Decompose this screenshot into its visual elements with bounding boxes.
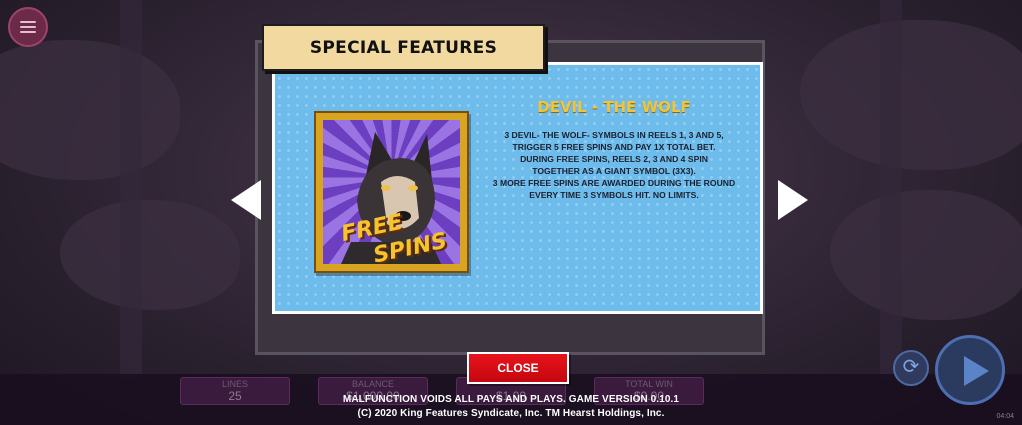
lines-label: LINES <box>221 379 248 389</box>
spin-play-icon <box>964 356 989 386</box>
background-foliage <box>60 200 240 310</box>
special-features-header: SPECIAL FEATURES <box>262 24 545 71</box>
footer-malfunction-text: MALFUNCTION VOIDS ALL PAYS AND PLAYS. GA… <box>342 394 680 405</box>
hamburger-menu-icon <box>20 21 36 33</box>
arrow-right-icon[interactable] <box>778 180 808 220</box>
description-line: 3 DEVIL- THE WOLF- SYMBOLS IN REELS 1, 3… <box>504 130 724 140</box>
feature-description: 3 DEVIL- THE WOLF- SYMBOLS IN REELS 1, 3… <box>480 129 748 201</box>
description-line: TRIGGER 5 FREE SPINS AND PAY 1X TOTAL BE… <box>512 142 716 152</box>
arrow-left-icon[interactable] <box>231 180 261 220</box>
total-win-label: TOTAL WIN <box>625 379 673 389</box>
wolf-symbol-card: FREE SPINS <box>314 111 469 273</box>
description-line: 3 MORE FREE SPINS ARE AWARDED DURING THE… <box>492 178 736 188</box>
footer-copyright-text: (C) 2020 King Features Syndicate, Inc. T… <box>357 408 665 419</box>
feature-title: DEVIL - THE WOLF <box>537 98 691 116</box>
autoplay-icon: ⟳ <box>902 356 920 378</box>
background-foliage <box>830 190 1022 320</box>
description-line: DURING FREE SPINS, REELS 2, 3 AND 4 SPIN <box>520 154 708 164</box>
clock: 04:04 <box>996 413 1014 420</box>
background-foliage <box>800 20 1022 170</box>
header-title: SPECIAL FEATURES <box>309 37 498 58</box>
description-line: TOGETHER AS A GIANT SYMBOL (3X3). <box>532 166 696 176</box>
balance-label: BALANCE <box>351 379 395 389</box>
background-tree-trunk <box>880 0 902 380</box>
close-button[interactable]: CLOSE <box>467 352 569 384</box>
background-foliage <box>0 40 180 180</box>
autoplay-button[interactable]: ⟳ <box>893 350 929 386</box>
background-tree-trunk <box>120 0 142 380</box>
menu-button[interactable] <box>8 7 48 47</box>
wolf-free-spins-symbol: FREE SPINS <box>323 120 460 264</box>
description-line: EVERY TIME 3 SYMBOLS HIT. NO LIMITS. <box>529 190 699 200</box>
